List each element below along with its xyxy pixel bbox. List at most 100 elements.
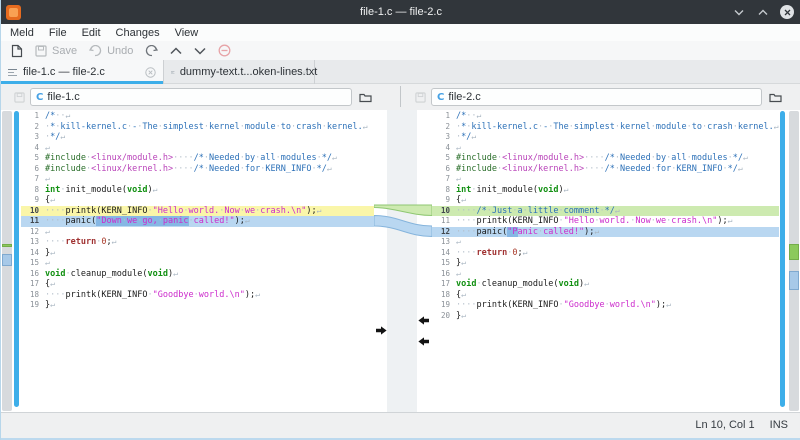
code-line[interactable]: 1/*··↵ — [432, 111, 779, 122]
close-icon[interactable] — [779, 4, 795, 20]
code-line[interactable]: 11····panic("Down·we·go,·panic·called!")… — [21, 216, 374, 227]
newline-mark: ↵ — [173, 269, 178, 278]
scrollbar-left[interactable] — [14, 111, 19, 407]
line-number: 14 — [21, 248, 39, 259]
code-line[interactable]: 13····return·0;↵ — [21, 237, 374, 248]
code-line[interactable]: 8int·init_module(void)↵ — [21, 185, 374, 196]
maximize-icon[interactable] — [755, 4, 771, 20]
code-line[interactable]: 2·*·kill-kernel.c·-·The·simplest·kernel·… — [432, 122, 779, 133]
line-number: 17 — [432, 279, 450, 290]
code-line[interactable]: 20}↵ — [432, 311, 779, 322]
code-line[interactable]: 15}↵ — [432, 258, 779, 269]
newline-mark: ↵ — [317, 206, 322, 215]
code-line[interactable]: 12↵ — [21, 227, 374, 238]
chunk-links — [374, 110, 432, 412]
code-line[interactable]: 6#include·<linux/kernel.h>····/*·Needed·… — [21, 164, 374, 175]
code-token: ); — [584, 227, 594, 237]
menu-view[interactable]: View — [175, 27, 199, 39]
code-token: /*·Needed·by·all·modules·*/ — [194, 153, 332, 163]
code-line[interactable]: 1/*··↵ — [21, 111, 374, 122]
code-token: ···· — [584, 164, 605, 174]
merge-gutter — [374, 110, 432, 412]
code-token: ·*·kill-kernel.c·-·The·simplest·kernel·m… — [45, 122, 363, 132]
diff-overview-map-left[interactable] — [2, 111, 12, 411]
code-line[interactable]: 7↵ — [432, 174, 779, 185]
code-line[interactable]: 3·*/↵ — [21, 132, 374, 143]
code-line[interactable]: 18{↵ — [432, 290, 779, 301]
menu-file[interactable]: File — [49, 27, 67, 39]
code-line[interactable]: 14····return·0;↵ — [432, 248, 779, 259]
code-line[interactable]: 9{↵ — [21, 195, 374, 206]
newline-mark: ↵ — [45, 227, 50, 236]
tab-close-icon[interactable] — [145, 67, 156, 78]
code-line[interactable]: 5#include·<linux/module.h>····/*·Needed·… — [432, 153, 779, 164]
line-number: 13 — [432, 237, 450, 248]
code-line[interactable]: 9{↵ — [432, 195, 779, 206]
code-line[interactable]: 18····printk(KERN_INFO·"Goodbye·world.\n… — [21, 290, 374, 301]
scrollbar-right[interactable] — [780, 111, 785, 407]
code-line[interactable]: 10····/*·Just·a·little·comment·*/↵ — [432, 206, 779, 217]
map-insert-mark — [789, 244, 799, 260]
minimize-icon[interactable] — [731, 4, 747, 20]
code-line[interactable]: 14}↵ — [21, 248, 374, 259]
code-line[interactable]: 15↵ — [21, 258, 374, 269]
push-left-icon[interactable] — [418, 337, 429, 346]
tab-close-icon[interactable] — [303, 67, 307, 78]
code-editor-right[interactable]: 1/*··↵2·*·kill-kernel.c·-·The·simplest·k… — [432, 110, 779, 412]
menu-changes[interactable]: Changes — [116, 27, 160, 39]
code-line[interactable]: 17void·cleanup_module(void)↵ — [432, 279, 779, 290]
menu-edit[interactable]: Edit — [82, 27, 101, 39]
newline-mark: ↵ — [738, 164, 743, 173]
code-editor-left[interactable]: 1/*··↵2·*·kill-kernel.c·-·The·simplest·k… — [21, 110, 374, 412]
map-change-mark — [789, 271, 799, 290]
diff-overview-map-right[interactable] — [789, 111, 799, 411]
code-line[interactable]: 19····printk(KERN_INFO·"Goodbye·world.\n… — [432, 300, 779, 311]
save-label: Save — [52, 45, 77, 57]
redo-button[interactable] — [145, 45, 158, 57]
save-button[interactable]: Save — [35, 45, 77, 57]
code-line[interactable]: 16void·cleanup_module(void)↵ — [21, 269, 374, 280]
browse-folder-button-right[interactable] — [769, 92, 782, 103]
code-line[interactable]: 11····printk(KERN_INFO·"Hello·world.·Now… — [432, 216, 779, 227]
code-line[interactable]: 5#include·<linux/module.h>····/*·Needed·… — [21, 153, 374, 164]
browse-folder-button-left[interactable] — [359, 92, 372, 103]
code-line[interactable]: 10····printk(KERN_INFO·"Hello·world.·Now… — [21, 206, 374, 217]
file-entry-right[interactable]: C file-2.c — [431, 88, 762, 106]
code-line[interactable]: 16↵ — [432, 269, 779, 280]
code-line[interactable]: 8int·init_module(void)↵ — [432, 185, 779, 196]
line-number: 18 — [21, 290, 39, 301]
previous-change-button[interactable] — [170, 47, 182, 55]
code-token: #include — [45, 164, 86, 174]
code-line[interactable]: 13↵ — [432, 237, 779, 248]
code-line[interactable]: 19}↵ — [21, 300, 374, 311]
code-line[interactable]: 2·*·kill-kernel.c·-·The·simplest·kernel·… — [21, 122, 374, 133]
line-number: 17 — [21, 279, 39, 290]
code-token: ·cleanup_module( — [477, 279, 559, 289]
code-token: ···· — [173, 164, 194, 174]
stop-button[interactable] — [218, 44, 231, 57]
code-line[interactable]: 4↵ — [21, 143, 374, 154]
new-comparison-button[interactable] — [11, 44, 23, 58]
line-number: 11 — [21, 216, 39, 227]
tab-1[interactable]: file-1.c — file-2.c — [1, 60, 164, 84]
cursor-position: Ln 10, Col 1 — [695, 419, 754, 431]
newline-mark: ↵ — [774, 122, 779, 131]
code-line[interactable]: 4↵ — [432, 143, 779, 154]
next-change-button[interactable] — [194, 47, 206, 55]
code-line[interactable]: 7↵ — [21, 174, 374, 185]
undo-button[interactable]: Undo — [89, 45, 133, 57]
undo-label: Undo — [107, 45, 133, 57]
file-entry-left[interactable]: C file-1.c — [30, 88, 352, 106]
code-token: <linux/module.h> — [502, 153, 584, 163]
code-line[interactable]: 6#include·<linux/kernel.h>····/*·Needed·… — [432, 164, 779, 175]
code-token: /*·Just·a·little·comment·*/ — [477, 206, 615, 216]
code-line[interactable]: 3·*/↵ — [432, 132, 779, 143]
push-right-icon[interactable] — [376, 326, 387, 335]
newline-mark: ↵ — [50, 279, 55, 288]
code-line[interactable]: 17{↵ — [21, 279, 374, 290]
code-line[interactable]: 12····panic("Panic·called!");↵ — [432, 227, 779, 238]
menu-meld[interactable]: Meld — [10, 27, 34, 39]
code-token: "Goodbye·world.\n" — [153, 290, 245, 300]
push-left-icon[interactable] — [418, 316, 429, 325]
tab-2[interactable]: dummy-text.t...oken-lines.txt — [164, 60, 315, 84]
